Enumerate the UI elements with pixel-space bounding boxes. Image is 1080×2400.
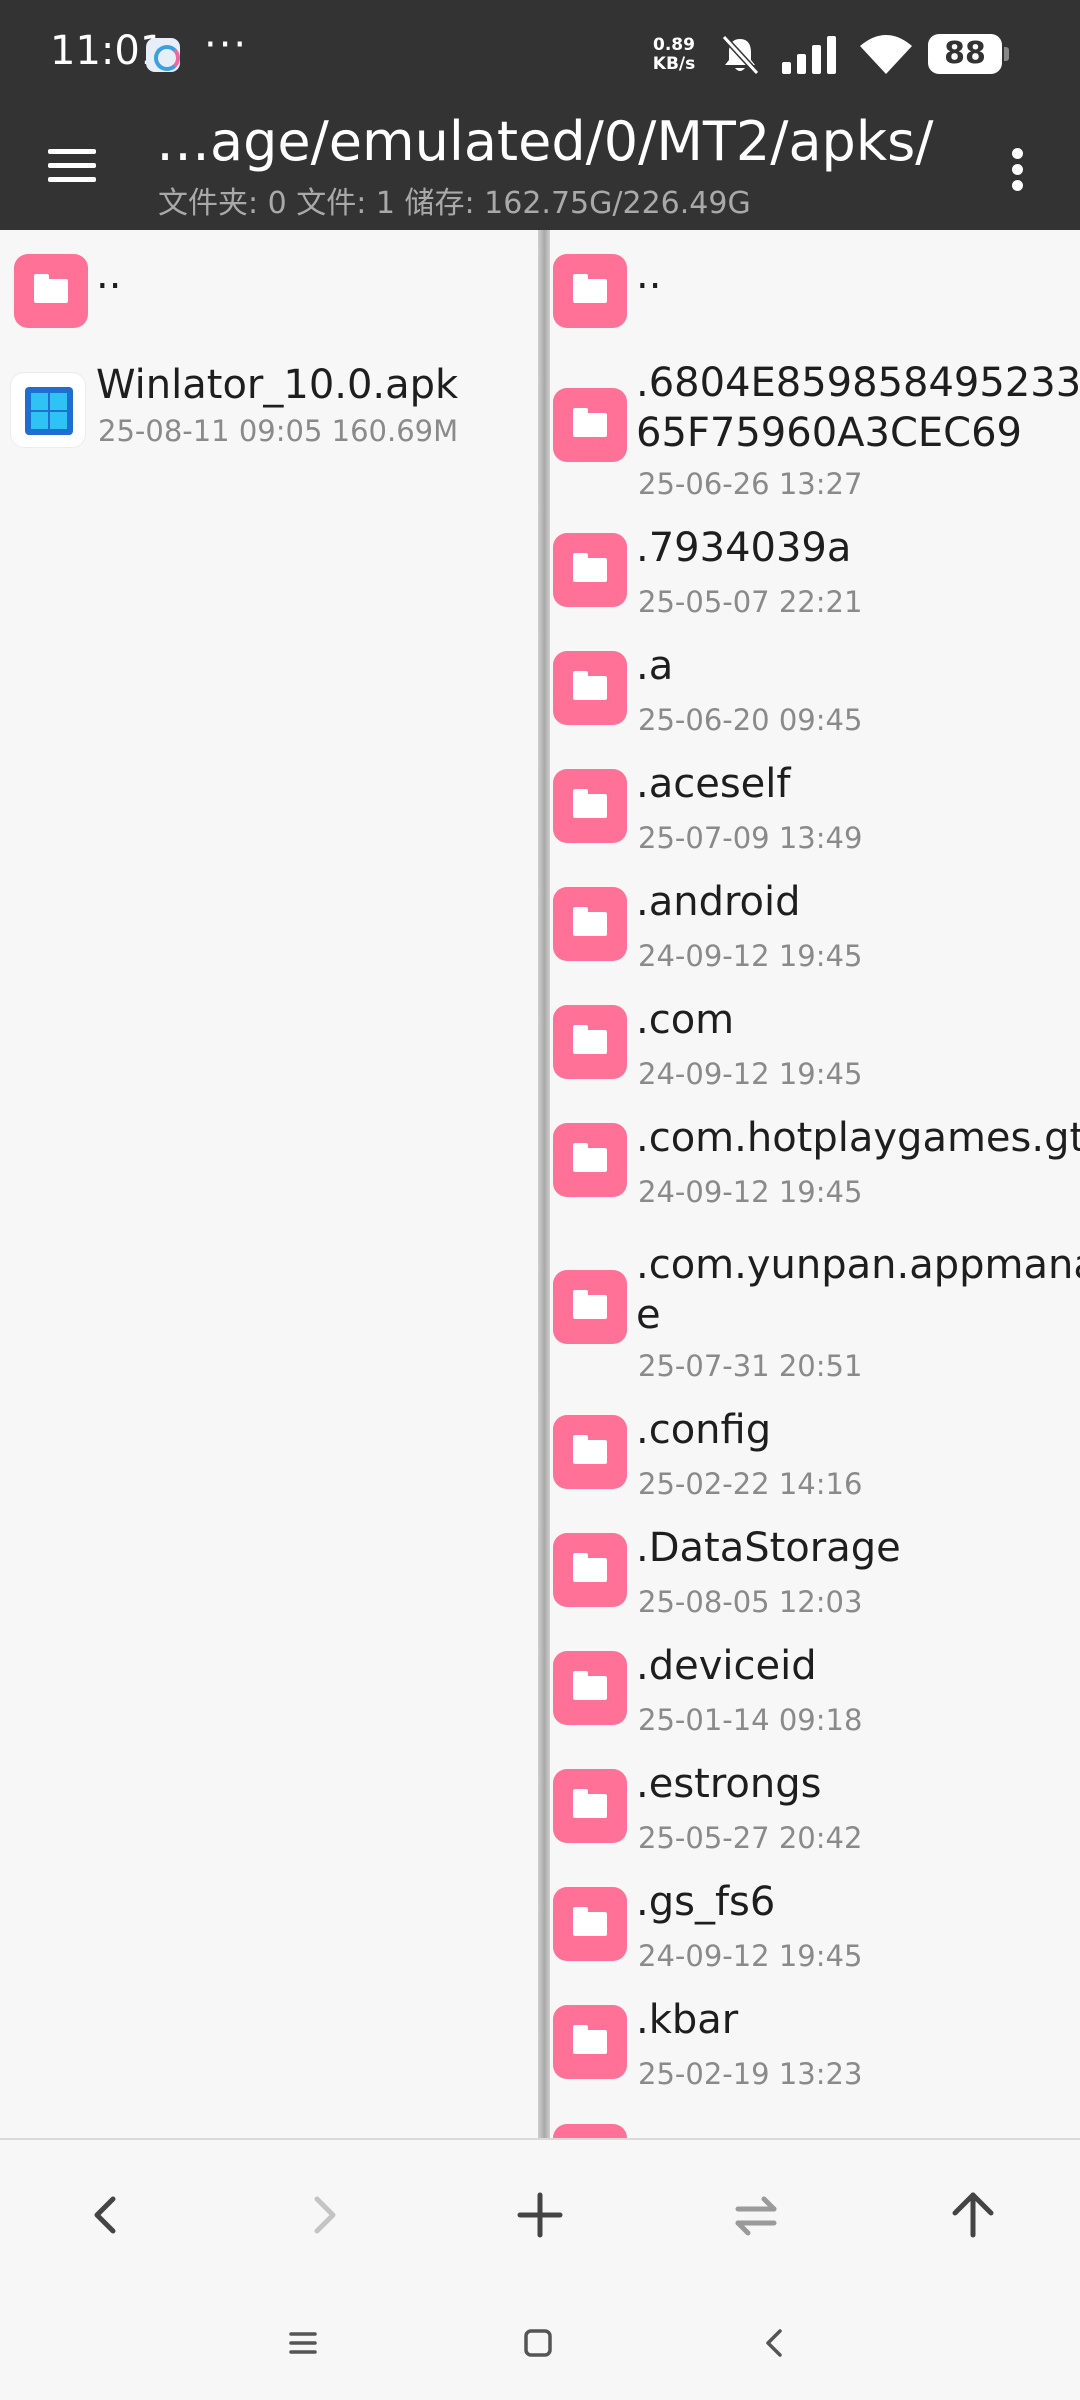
folder-icon <box>553 388 627 462</box>
folder-icon <box>553 1887 627 1961</box>
file-name: Winlator_10.0.apk <box>96 362 459 408</box>
file-row[interactable]: Winlator_10.0.apk 25-08-11 09:05 160.69M <box>0 360 538 470</box>
folder-row[interactable]: .a 25-06-20 09:45 <box>550 643 1080 747</box>
folder-icon <box>553 651 627 725</box>
folder-name: .estrongs <box>636 1761 822 1807</box>
system-nav-bar <box>0 2288 1080 2400</box>
folder-row[interactable]: .gs_fs6 24-09-12 19:45 <box>550 1879 1080 1983</box>
folder-row[interactable]: .com 24-09-12 19:45 <box>550 997 1080 1101</box>
back-icon[interactable] <box>52 2160 162 2270</box>
swap-icon[interactable] <box>701 2160 811 2270</box>
folder-icon <box>553 1769 627 1843</box>
network-speed: 0.89 KB/s <box>648 36 700 74</box>
windows-apk-icon <box>10 372 86 448</box>
folder-icon <box>553 533 627 607</box>
folder-date: 25-05-27 20:42 <box>638 1821 863 1855</box>
folder-row[interactable]: .6804E859858495233 65F75960A3CEC69 25-06… <box>550 358 1080 501</box>
folder-row[interactable]: .DataStorage 25-08-05 12:03 <box>550 1525 1080 1629</box>
folder-name: .a <box>636 643 674 689</box>
parent-directory-label: .. <box>636 252 662 298</box>
folder-date: 25-01-14 09:18 <box>638 1703 863 1737</box>
bottom-toolbar <box>0 2138 1080 2288</box>
folder-name: .kbar <box>636 1997 739 2043</box>
folder-name: .7934039a <box>636 525 852 571</box>
mute-bell-icon <box>721 34 760 76</box>
folder-icon <box>553 1005 627 1079</box>
folder-row-partial[interactable] <box>550 2120 1080 2138</box>
folder-date: 25-06-26 13:27 <box>638 467 863 501</box>
folder-date: 25-07-31 20:51 <box>638 1349 863 1383</box>
folder-icon <box>553 2005 627 2079</box>
app-bar: …age/emulated/0/MT2/apks/ 文件夹: 0 文件: 1 储… <box>0 110 1080 230</box>
back-nav-icon[interactable] <box>730 2308 820 2378</box>
folder-date: 25-08-05 12:03 <box>638 1585 863 1619</box>
folder-row[interactable]: .deviceid 25-01-14 09:18 <box>550 1643 1080 1747</box>
folder-name: .com <box>636 997 735 1043</box>
status-bar: 11:01 ··· 0.89 KB/s 88 <box>0 0 1080 110</box>
network-speed-value: 0.89 <box>653 35 695 55</box>
folder-date: 24-09-12 19:45 <box>638 1175 863 1209</box>
folder-name: .deviceid <box>636 1643 817 1689</box>
folder-row[interactable]: .com.yunpan.appmanag e 25-07-31 20:51 <box>550 1240 1080 1383</box>
folder-date: 25-02-19 13:23 <box>638 2057 863 2091</box>
folder-icon <box>553 1123 627 1197</box>
folder-icon <box>553 1533 627 1607</box>
folder-date: 24-09-12 19:45 <box>638 939 863 973</box>
folder-name-line-2: e <box>636 1292 661 1338</box>
folder-date: 25-06-20 09:45 <box>638 703 863 737</box>
folder-icon <box>553 887 627 961</box>
folder-name: .com.hotplaygames.gt <box>636 1115 1080 1161</box>
add-icon[interactable] <box>485 2160 595 2270</box>
folder-icon <box>553 254 627 328</box>
folder-date: 24-09-12 19:45 <box>638 1939 863 1973</box>
left-file-pane[interactable]: .. Winlator_10.0.apk 25-08-11 09:05 160.… <box>0 230 538 2138</box>
folder-row[interactable]: .estrongs 25-05-27 20:42 <box>550 1761 1080 1865</box>
folder-icon <box>14 254 88 328</box>
folder-row[interactable]: .7934039a 25-05-07 22:21 <box>550 525 1080 629</box>
recents-icon[interactable] <box>258 2308 348 2378</box>
right-file-pane[interactable]: .. .6804E859858495233 65F75960A3CEC69 25… <box>550 230 1080 2138</box>
folder-name: .android <box>636 879 801 925</box>
folder-name-line-1: .6804E859858495233 <box>636 360 1080 406</box>
folder-date: 24-09-12 19:45 <box>638 1057 863 1091</box>
folder-date: 25-02-22 14:16 <box>638 1467 863 1501</box>
home-icon[interactable] <box>493 2308 583 2378</box>
file-meta: 25-08-11 09:05 160.69M <box>98 414 459 448</box>
parent-directory-row[interactable]: .. <box>550 250 1080 350</box>
top-bar: 11:01 ··· 0.89 KB/s 88 …age/emulated/0/M… <box>0 0 1080 230</box>
folder-icon <box>553 769 627 843</box>
overflow-menu-icon[interactable] <box>996 126 1040 206</box>
folder-row[interactable]: .com.hotplaygames.gt 24-09-12 19:45 <box>550 1115 1080 1219</box>
folder-name: .gs_fs6 <box>636 1879 776 1925</box>
folder-name: .aceself <box>636 761 791 807</box>
folder-row[interactable]: .config 25-02-22 14:16 <box>550 1407 1080 1511</box>
folder-name: .config <box>636 1407 772 1453</box>
folder-icon <box>553 1415 627 1489</box>
pane-divider[interactable] <box>538 230 550 2138</box>
directory-summary: 文件夹: 0 文件: 1 储存: 162.75G/226.49G <box>158 186 751 221</box>
battery-icon: 88 <box>928 34 1009 74</box>
folder-name: .DataStorage <box>636 1525 901 1571</box>
notification-app-icon <box>146 38 180 72</box>
folder-date: 25-05-07 22:21 <box>638 585 863 619</box>
up-arrow-icon[interactable] <box>918 2160 1028 2270</box>
folder-name-line-2: 65F75960A3CEC69 <box>636 410 1022 456</box>
current-path: …age/emulated/0/MT2/apks/ <box>156 110 934 173</box>
menu-icon[interactable] <box>42 134 104 196</box>
folder-icon <box>553 2124 627 2138</box>
folder-name-line-1: .com.yunpan.appmanag <box>636 1242 1080 1288</box>
parent-directory-label: .. <box>96 252 122 298</box>
parent-directory-row[interactable]: .. <box>0 250 538 350</box>
folder-row[interactable]: .kbar 25-02-19 13:23 <box>550 1997 1080 2101</box>
folder-icon <box>553 1651 627 1725</box>
folder-row[interactable]: .aceself 25-07-09 13:49 <box>550 761 1080 865</box>
forward-icon[interactable] <box>268 2160 378 2270</box>
network-speed-unit: KB/s <box>652 54 696 74</box>
cell-signal-icon <box>782 36 836 74</box>
more-notifications-icon: ··· <box>204 22 249 68</box>
wifi-icon <box>860 35 912 74</box>
folder-date: 25-07-09 13:49 <box>638 821 863 855</box>
folder-row[interactable]: .android 24-09-12 19:45 <box>550 879 1080 983</box>
folder-icon <box>553 1270 627 1344</box>
